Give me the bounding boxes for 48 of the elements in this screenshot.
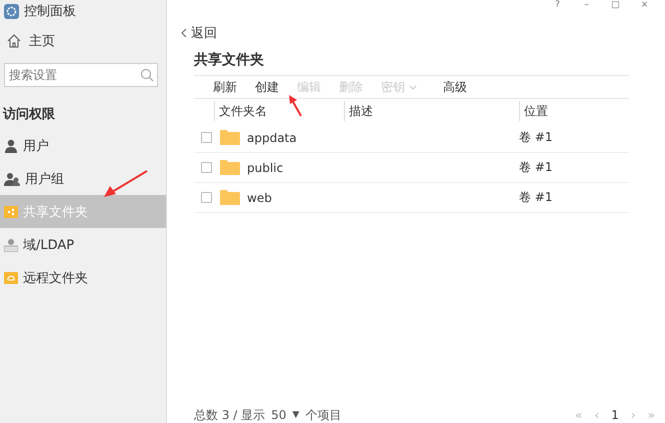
sidebar-item[interactable]: 用户 [0, 129, 166, 162]
table-cell: web [247, 190, 272, 204]
window-control-button[interactable]: ? [543, 0, 572, 14]
footer-text: 个项目 [305, 406, 342, 423]
folder-icon [220, 130, 240, 145]
toolbar-button[interactable]: 创建 [246, 78, 288, 96]
toolbar-button[interactable]: 高级 [434, 78, 476, 96]
table-cell-text: 卷 #1 [519, 159, 554, 176]
window-control-button[interactable]: □ [601, 0, 630, 14]
window-control-button[interactable]: × [630, 0, 659, 14]
sidebar-item[interactable]: 用户组 [0, 162, 166, 195]
section-heading: 访问权限 [3, 106, 56, 123]
checkbox[interactable] [201, 162, 212, 173]
table-cell: appdata [247, 130, 297, 144]
sidebar-item[interactable]: 域/LDAP [0, 228, 166, 261]
page-title: 共享文件夹 [194, 51, 265, 69]
folder-icon [220, 190, 240, 205]
table-cell-text: 卷 #1 [519, 129, 554, 146]
home-icon [7, 34, 21, 48]
column-header[interactable]: 描述 [344, 101, 519, 121]
pager-button[interactable]: 1 [611, 408, 619, 422]
app-title: 控制面板 [24, 3, 76, 20]
back-link[interactable]: 返回 [181, 24, 217, 42]
cloud-folder-icon [4, 272, 18, 284]
table-cell-text: 卷 #1 [519, 189, 554, 206]
column-header[interactable]: 位置 [519, 101, 629, 121]
search-field[interactable]: 搜索设置 [4, 63, 158, 87]
gear-icon [4, 4, 19, 18]
footer-text: 总数 3 / 显示 [194, 406, 266, 423]
arrow-annotation [104, 170, 148, 198]
person-icon [4, 138, 18, 152]
shared-folder-icon [4, 206, 18, 218]
window-control-button[interactable]: – [572, 0, 601, 14]
caret-icon [409, 84, 417, 90]
home-item[interactable]: 主页 [0, 22, 166, 60]
sidebar-item[interactable]: 远程文件夹 [0, 261, 166, 294]
folder-icon [220, 160, 240, 175]
caret-icon: ▼ [292, 410, 300, 420]
search-icon [140, 68, 154, 82]
chevron-left-icon [181, 28, 187, 38]
arrow-annotation [288, 95, 302, 117]
page-size-select[interactable]: 50 [271, 408, 286, 422]
table-cell: public [247, 160, 284, 174]
checkbox[interactable] [201, 132, 212, 143]
people-icon [4, 172, 20, 186]
toolbar-button[interactable]: 刷新 [204, 78, 246, 96]
checkbox[interactable] [201, 192, 212, 203]
server-icon [4, 238, 18, 252]
